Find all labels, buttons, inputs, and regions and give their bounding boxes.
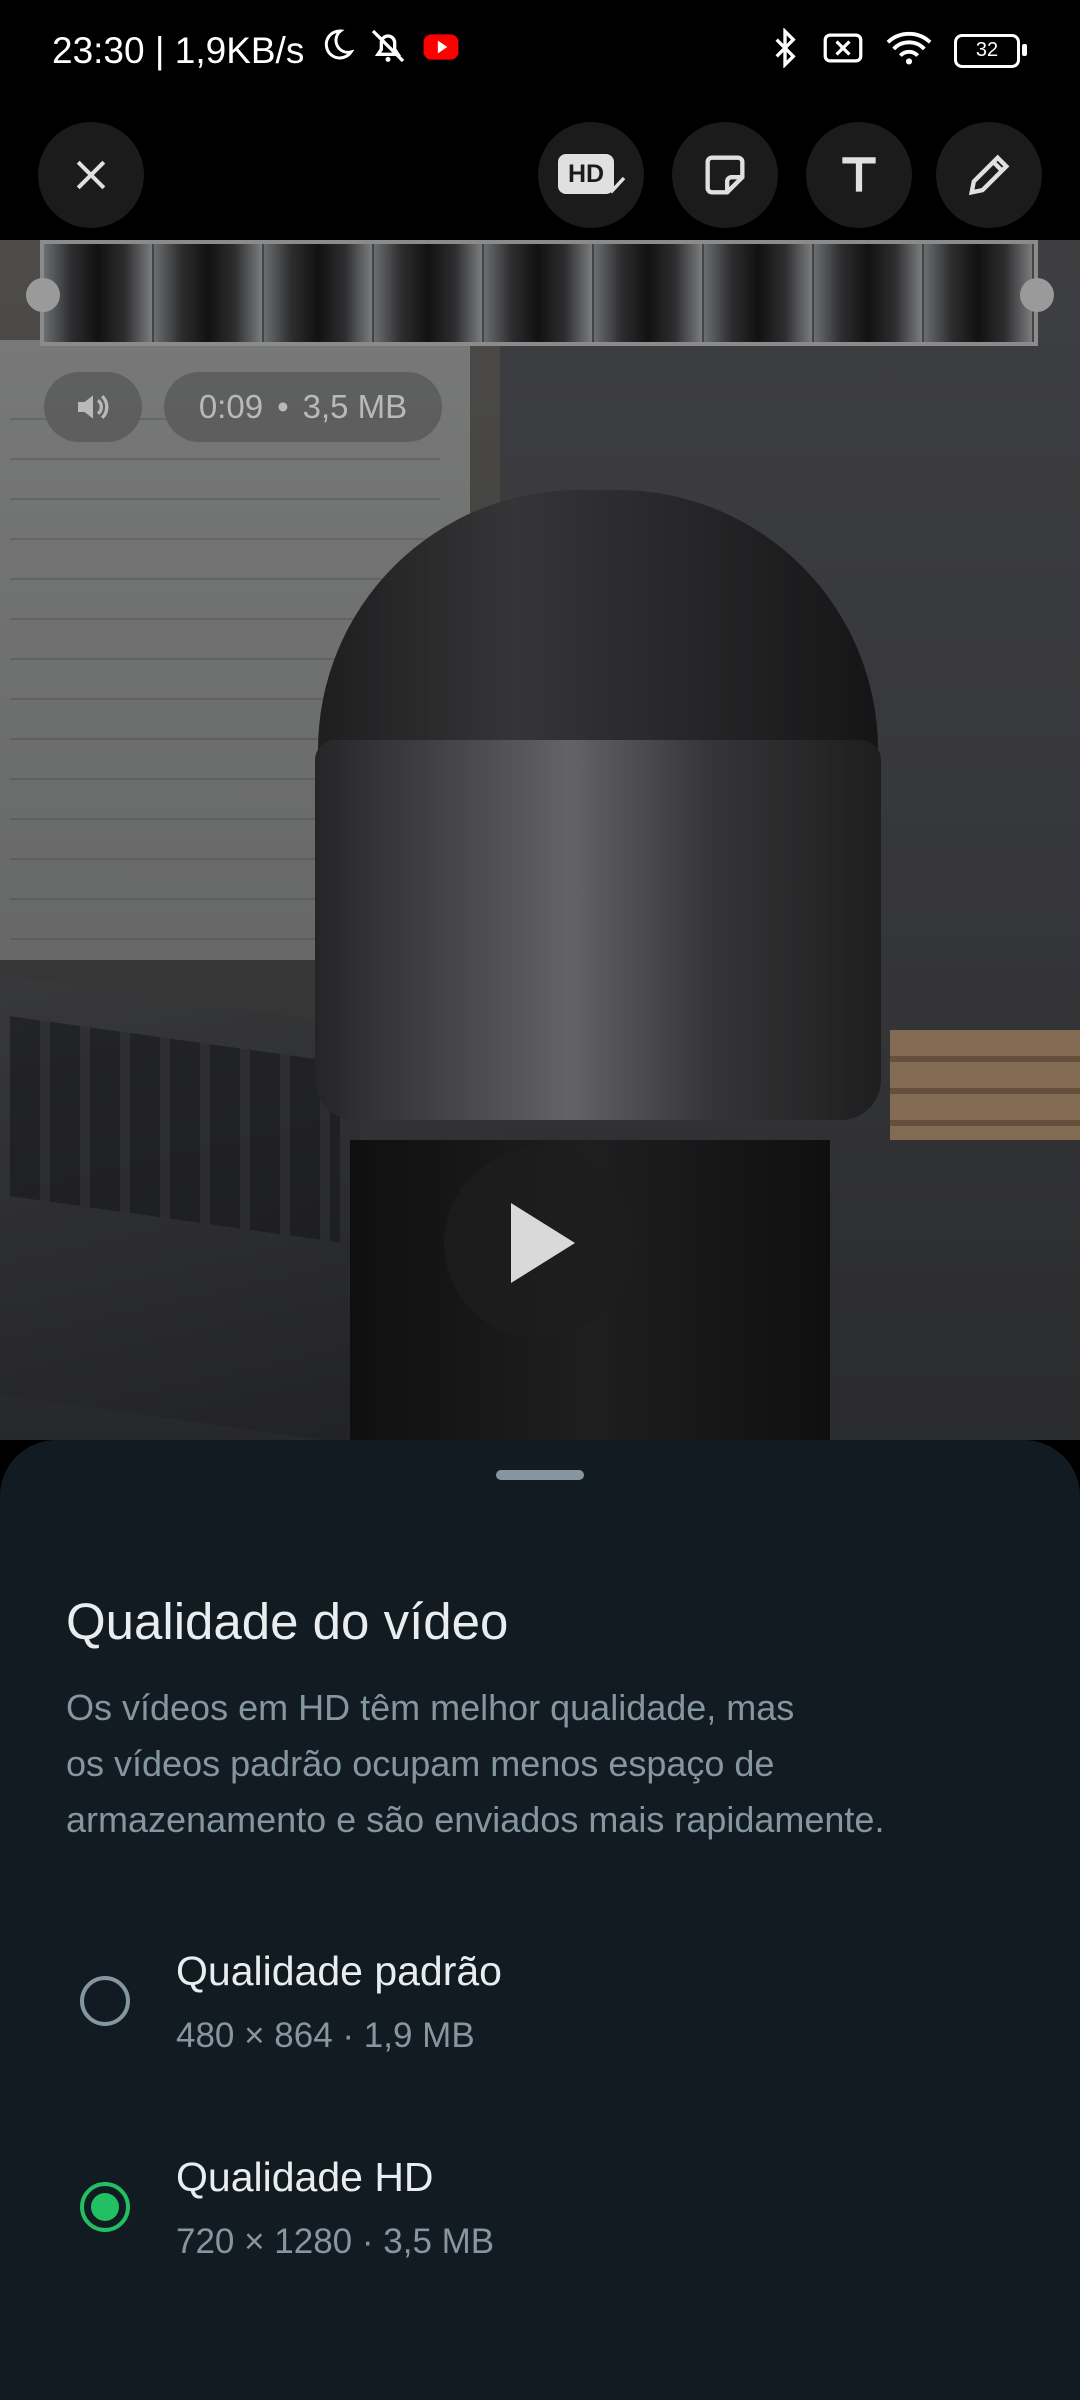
battery-icon: 32 [954, 33, 1027, 68]
video-duration: 0:09 [198, 388, 264, 425]
hd-quality-icon[interactable]: HD [538, 122, 644, 228]
video-quality-sheet: Qualidade do vídeo Os vídeos em HD têm m… [0, 1440, 1080, 2400]
volume-icon[interactable] [44, 372, 142, 442]
check-icon [604, 176, 626, 194]
drag-handle[interactable] [496, 1470, 584, 1480]
youtube-icon [422, 30, 460, 72]
timeline-frame [704, 244, 814, 342]
timeline-frame [264, 244, 374, 342]
editor-toolbar: HD [0, 110, 1080, 240]
bluetooth-icon [770, 27, 800, 73]
radio-selected[interactable] [80, 2182, 130, 2232]
option-standard-quality[interactable]: Qualidade padrão 480 × 864 · 1,9 MB [0, 1920, 1080, 2100]
sheet-title: Qualidade do vídeo [66, 1593, 509, 1650]
status-time-speed: 23:30 | 1,9KB/s [52, 29, 305, 71]
timeline-frame [44, 244, 154, 342]
wifi-icon [886, 30, 932, 71]
no-sim-icon [822, 31, 864, 70]
radio-dot [91, 2193, 119, 2221]
status-bar: 23:30 | 1,9KB/s 32 [0, 0, 1080, 110]
video-trim-timeline[interactable] [40, 240, 1038, 346]
timeline-frame [374, 244, 484, 342]
timeline-frame [594, 244, 704, 342]
sheet-description: Os vídeos em HD têm melhor qualidade, ma… [66, 1687, 885, 1840]
play-button[interactable] [444, 1148, 634, 1338]
info-separator: • [277, 388, 289, 425]
option-meta: 480 × 864 · 1,9 MB [176, 2016, 475, 2055]
option-label: Qualidade HD [176, 2154, 434, 2200]
muted-bell-icon [368, 26, 408, 75]
moon-icon [318, 28, 355, 73]
timeline-frame [814, 244, 924, 342]
pencil-icon[interactable] [936, 122, 1042, 228]
video-size: 3,5 MB [302, 388, 408, 425]
option-meta: 720 × 1280 · 3,5 MB [176, 2222, 495, 2261]
text-icon[interactable] [806, 122, 912, 228]
sticker-icon[interactable] [672, 122, 778, 228]
close-icon[interactable] [38, 122, 144, 228]
option-hd-quality[interactable]: Qualidade HD 720 × 1280 · 3,5 MB [0, 2126, 1080, 2306]
play-icon [511, 1203, 575, 1283]
video-info-pill: 0:09 • 3,5 MB [164, 372, 442, 442]
trim-handle-start[interactable] [26, 278, 60, 312]
option-label: Qualidade padrão [176, 1948, 502, 1994]
radio-unselected[interactable] [80, 1976, 130, 2026]
video-preview[interactable]: 0:09 • 3,5 MB [0, 240, 1080, 1440]
timeline-frame [924, 244, 1034, 342]
timeline-frame [484, 244, 594, 342]
trim-handle-end[interactable] [1020, 278, 1054, 312]
timeline-frame [154, 244, 264, 342]
